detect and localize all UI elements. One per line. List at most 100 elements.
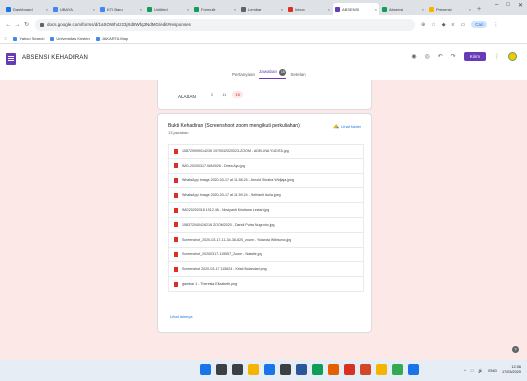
undo-icon[interactable]: ↶ xyxy=(438,53,443,60)
image-file-icon xyxy=(174,177,178,183)
browser-tab[interactable]: Untitled × xyxy=(145,3,191,15)
tab-questions[interactable]: Pertanyaan xyxy=(232,72,255,77)
file-row[interactable]: 158729099014235 1970032020023-ZOOM - ADE… xyxy=(168,144,364,159)
bookmark-label: JAKARTA Map xyxy=(101,36,129,41)
tab-settings[interactable]: Setelan xyxy=(290,72,305,77)
search-icon[interactable] xyxy=(216,364,227,375)
windows-start-icon[interactable] xyxy=(200,364,211,375)
network-icon[interactable]: □ xyxy=(471,368,473,373)
browser-tab[interactable]: Formulir × xyxy=(192,3,238,15)
reading-list-icon[interactable]: ≡ xyxy=(452,22,455,28)
send-button[interactable]: Kirim xyxy=(463,52,486,61)
back-icon[interactable]: ← xyxy=(4,22,13,28)
mail-icon[interactable] xyxy=(264,364,275,375)
bookmark-item[interactable]: Yahoo Search xyxy=(13,36,44,41)
more-options-icon[interactable]: ⋮ xyxy=(494,53,500,60)
star-icon[interactable]: ☆ xyxy=(72,54,77,61)
file-row[interactable]: Screenshot 2020-03-17 115624 - Kristi Bu… xyxy=(168,262,364,278)
file-row[interactable]: Screenshot_20200317-115557_Zoom - Natali… xyxy=(168,247,364,263)
form-title[interactable]: ABSENSI KEHADIRAN xyxy=(22,55,88,61)
extensions-icon[interactable]: ◆ xyxy=(442,22,446,28)
new-tab-button[interactable]: + xyxy=(474,3,484,15)
redo-icon[interactable]: ↷ xyxy=(451,53,456,60)
tray-overflow-icon[interactable]: ^ xyxy=(464,368,466,373)
close-window-button[interactable]: ✕ xyxy=(518,2,523,9)
maps-icon[interactable] xyxy=(392,364,403,375)
file-row[interactable]: gambar 1 - Theresia Elizabeth.png xyxy=(168,277,364,292)
opera-icon[interactable] xyxy=(344,364,355,375)
store-icon[interactable] xyxy=(280,364,291,375)
file-explorer-icon[interactable] xyxy=(248,364,259,375)
clock[interactable]: 12.06 17/03/2020 xyxy=(502,365,521,375)
tab-responses[interactable]: Jawaban 15 xyxy=(259,69,287,79)
firefox-icon[interactable] xyxy=(328,364,339,375)
tab-close-icon[interactable]: × xyxy=(140,7,142,12)
tab-label: Absensi xyxy=(389,6,404,12)
browser-tab[interactable]: KTI Baru × xyxy=(98,3,144,15)
minimize-button[interactable]: – xyxy=(495,2,498,9)
tab-close-icon[interactable]: × xyxy=(281,7,283,12)
reload-icon[interactable]: ↻ xyxy=(22,21,31,28)
tab-close-icon[interactable]: × xyxy=(422,7,424,12)
avatar[interactable] xyxy=(508,52,517,61)
file-name: IMG-20200317-WA0026 - Dhea Ayu.jpg xyxy=(182,163,246,168)
address-bar[interactable]: docs.google.com/forms/d/1aSOWh4z23jXd8Wf… xyxy=(35,18,415,31)
help-icon[interactable]: ? xyxy=(512,346,519,353)
task-view-icon[interactable] xyxy=(232,364,243,375)
volume-icon[interactable]: 🔊 xyxy=(478,368,483,373)
response-count-text: 13 jawaban xyxy=(168,130,189,135)
browser-tab[interactable]: Lembar × xyxy=(239,3,285,15)
file-row[interactable]: IMG20200318 1012 46 - Noviyanti Kristian… xyxy=(168,203,364,218)
tab-close-icon[interactable]: × xyxy=(328,7,330,12)
system-tray: ^ □ 🔊 ENG 12.06 17/03/2020 xyxy=(464,365,521,375)
browser-tab[interactable]: Absensi × xyxy=(380,3,426,15)
maximize-button[interactable]: □ xyxy=(506,2,510,9)
side-panel-icon[interactable]: ▭ xyxy=(460,22,465,28)
tab-close-icon[interactable]: × xyxy=(93,7,95,12)
file-name: Screenshot 2020-03-17 115624 - Kristi Bu… xyxy=(182,267,267,272)
file-row[interactable]: WhatsApp Image 2020-03-17 at 11.59.24 - … xyxy=(168,188,364,204)
chrome-icon[interactable] xyxy=(312,364,323,375)
image-file-icon xyxy=(174,266,178,272)
tab-close-icon[interactable]: × xyxy=(46,7,48,12)
browser-tab[interactable]: Dashboard × xyxy=(4,3,50,15)
tab-favicon-icon xyxy=(382,6,387,12)
tab-label: UBAYA xyxy=(60,6,73,12)
profile-button[interactable]: Cari xyxy=(471,21,488,28)
file-row[interactable]: IMG-20200317-WA0026 - Dhea Ayu.jpg xyxy=(168,158,364,174)
file-row[interactable]: WhatsApp Image 2020-03-17 at 11.58.24 - … xyxy=(168,173,364,189)
file-name: Screenshot_20200317-115557_Zoom - Natali… xyxy=(182,252,263,257)
word-icon[interactable] xyxy=(296,364,307,375)
palette-icon[interactable]: ◉ xyxy=(411,53,416,60)
bookmark-item[interactable]: JAKARTA Map xyxy=(95,36,129,41)
lock-icon xyxy=(40,22,44,27)
view-more-link[interactable]: Lihat lainnya xyxy=(170,314,192,319)
browser-tab[interactable]: ABSENSI × xyxy=(333,3,379,15)
language-indicator[interactable]: ENG xyxy=(488,368,497,373)
translate-icon[interactable]: ⊕ xyxy=(421,22,425,28)
tab-close-icon[interactable]: × xyxy=(375,7,377,12)
browser-tab[interactable]: Inbox × xyxy=(286,3,332,15)
tab-favicon-icon xyxy=(100,6,105,12)
apps-icon[interactable]: ⁙ xyxy=(4,36,7,41)
tab-close-icon[interactable]: × xyxy=(469,7,471,12)
bookmark-star-icon[interactable]: ☆ xyxy=(431,22,435,28)
forward-icon[interactable]: → xyxy=(13,22,22,28)
tab-favicon-icon xyxy=(147,6,152,12)
tab-close-icon[interactable]: × xyxy=(234,7,236,12)
browser-tab[interactable]: UBAYA × xyxy=(51,3,97,15)
bookmark-item[interactable]: Universitas Kristen xyxy=(50,36,90,41)
question-card-bukti-kehadiran: Bukti Kehadiran (Screenshoot zoom mengik… xyxy=(157,113,372,333)
image-file-icon xyxy=(174,251,178,257)
folder-icon[interactable] xyxy=(376,364,387,375)
file-row[interactable]: 158372040416218 ZOOM2020 - Dandi Putra N… xyxy=(168,217,364,233)
tab-close-icon[interactable]: × xyxy=(187,7,189,12)
menu-icon[interactable]: ⋮ xyxy=(493,22,498,28)
view-folder-link[interactable]: Lihat folder xyxy=(333,124,361,129)
google-forms-logo-icon[interactable] xyxy=(6,53,16,65)
file-row[interactable]: Screenshot_2020-03-17-11-34-38-820_zoom … xyxy=(168,232,364,248)
browser-tab[interactable]: Presensi × xyxy=(427,3,473,15)
photos-icon[interactable] xyxy=(408,364,419,375)
powerpoint-icon[interactable] xyxy=(360,364,371,375)
preview-icon[interactable]: ◎ xyxy=(424,53,429,60)
